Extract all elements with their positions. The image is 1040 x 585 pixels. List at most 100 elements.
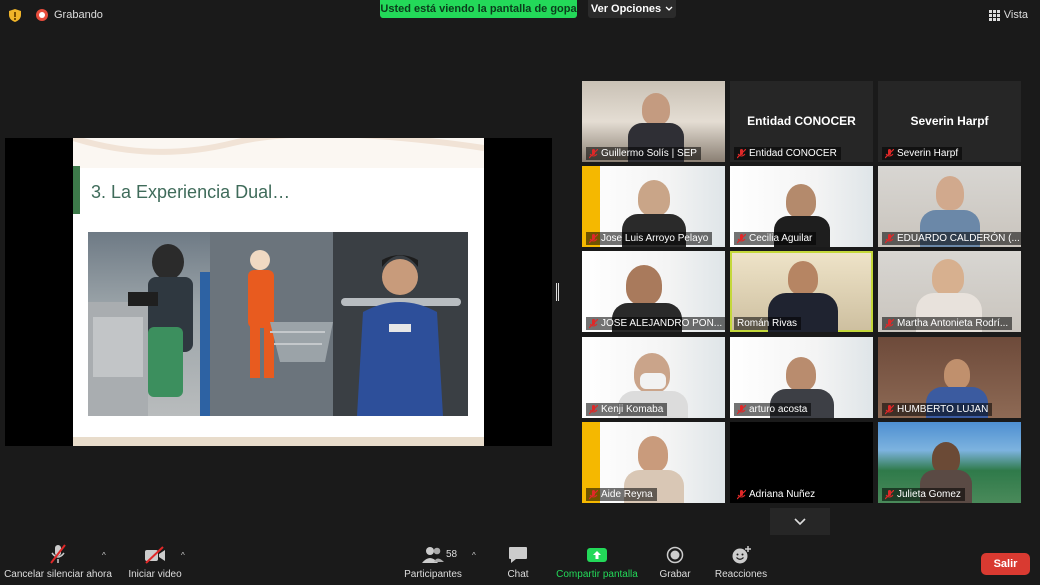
participant-tile[interactable]: Martha Antonieta Rodrí... <box>878 251 1021 332</box>
view-options-button[interactable]: Ver Opciones <box>588 0 676 18</box>
participant-name: arturo acosta <box>749 404 808 415</box>
video-off-icon <box>145 546 165 564</box>
chat-icon <box>509 547 527 563</box>
participants-count: 58 <box>446 549 458 560</box>
participants-options-caret-icon[interactable]: ^ <box>472 551 476 560</box>
participant-name: JOSE ALEJANDRO PON... <box>601 318 723 329</box>
participant-tile[interactable]: Aide Reyna <box>582 422 725 503</box>
slide-header-decoration <box>73 138 484 168</box>
mic-muted-icon <box>589 489 598 499</box>
smiley-plus-icon <box>732 546 751 564</box>
mic-muted-icon <box>589 318 598 328</box>
participant-name: Román Rivas <box>737 318 798 329</box>
participant-video <box>932 259 964 295</box>
slide-title: 3. La Experiencia Dual… <box>91 182 291 202</box>
participant-tile[interactable]: EDUARDO CALDERÓN (... <box>878 166 1021 247</box>
participant-tile[interactable]: arturo acosta <box>730 337 873 418</box>
grid-view-icon <box>988 10 1000 21</box>
participant-name: Jose Luis Arroyo Pelayo <box>601 233 709 244</box>
participant-tile[interactable]: Jose Luis Arroyo Pelayo <box>582 166 725 247</box>
slide-title-accent <box>73 166 80 214</box>
mic-muted-icon <box>885 404 894 414</box>
mic-muted-icon <box>737 489 746 499</box>
mic-muted-icon <box>885 148 894 158</box>
audio-options-caret-icon[interactable]: ^ <box>102 551 106 560</box>
participant-name-tag: EDUARDO CALDERÓN (... <box>882 232 1021 245</box>
participants-label: Participantes <box>404 569 462 580</box>
chat-label: Chat <box>507 569 529 580</box>
mic-muted-icon <box>737 404 746 414</box>
participants-button[interactable]: Participantes <box>402 541 464 585</box>
security-shield-icon[interactable] <box>9 9 21 22</box>
recording-indicator[interactable]: Grabando <box>36 9 103 21</box>
chevron-down-icon <box>665 6 673 11</box>
record-button[interactable]: Grabar <box>652 541 698 585</box>
view-options-label: Ver Opciones <box>590 3 662 15</box>
shared-screen[interactable]: 3. La Experiencia Dual… <box>5 138 552 446</box>
mic-muted-icon <box>885 489 894 499</box>
participant-video <box>936 176 964 210</box>
participant-tile[interactable]: JOSE ALEJANDRO PON... <box>582 251 725 332</box>
panel-resize-handle[interactable] <box>556 283 559 301</box>
participant-name-tag: Entidad CONOCER <box>734 147 841 160</box>
mic-muted-icon <box>589 404 598 414</box>
participant-tile[interactable]: Guillermo Solís | SEP <box>582 81 725 162</box>
participant-name: Severin Harpf <box>897 148 959 159</box>
share-screen-button[interactable]: Compartir pantalla <box>554 541 640 585</box>
share-screen-icon <box>587 548 607 562</box>
participant-name: HUMBERTO LUJAN <box>897 404 989 415</box>
meeting-toolbar: Cancelar silenciar ahora ^ Iniciar video… <box>0 541 1040 585</box>
participant-name-tag: Aide Reyna <box>586 488 657 501</box>
participant-name: EDUARDO CALDERÓN (... <box>897 233 1020 244</box>
gallery-next-page-button[interactable] <box>770 508 830 535</box>
unmute-label: Cancelar silenciar ahora <box>4 569 112 580</box>
participant-tile[interactable]: Cecilia Aguilar <box>730 166 873 247</box>
participant-tile[interactable]: Julieta Gomez <box>878 422 1021 503</box>
mic-muted-icon <box>589 148 598 158</box>
record-label: Grabar <box>659 569 691 580</box>
participant-video <box>626 265 662 305</box>
participant-name-tag: HUMBERTO LUJAN <box>882 403 993 416</box>
participant-tile[interactable]: Entidad CONOCER Entidad CONOCER <box>730 81 873 162</box>
participant-tile-active-speaker[interactable]: Román Rivas <box>730 251 873 332</box>
unmute-button[interactable]: Cancelar silenciar ahora <box>4 541 112 585</box>
mechanic-photo <box>333 232 468 416</box>
view-label: Vista <box>1003 9 1028 21</box>
participant-video <box>788 261 818 295</box>
participant-name: Julieta Gomez <box>897 489 961 500</box>
leave-meeting-button[interactable]: Salir <box>981 553 1030 575</box>
participant-tile[interactable]: HUMBERTO LUJAN <box>878 337 1021 418</box>
top-bar: Grabando Usted está viendo la pantalla d… <box>0 0 1040 32</box>
share-screen-label: Compartir pantalla <box>556 569 638 580</box>
participant-name: Entidad CONOCER <box>749 148 837 159</box>
participant-video <box>638 436 668 472</box>
mic-muted-icon <box>50 544 66 564</box>
start-video-button[interactable]: Iniciar video <box>124 541 186 585</box>
start-video-label: Iniciar video <box>128 569 182 580</box>
mic-muted-icon <box>885 233 894 243</box>
record-icon <box>666 546 684 564</box>
participant-name-tag: arturo acosta <box>734 403 812 416</box>
recording-label: Grabando <box>54 9 103 21</box>
participant-name-tag: Severin Harpf <box>882 147 963 160</box>
chat-button[interactable]: Chat <box>496 541 540 585</box>
participants-icon <box>422 547 444 563</box>
participant-tile[interactable]: Kenji Komaba <box>582 337 725 418</box>
participant-video <box>786 357 816 391</box>
participant-name-tag: Adriana Nuñez <box>734 488 820 501</box>
mic-muted-icon <box>589 233 598 243</box>
participant-video <box>642 93 670 125</box>
participant-name-tag: Cecilia Aguilar <box>734 232 817 245</box>
participant-name-tag: Kenji Komaba <box>586 403 668 416</box>
participant-video <box>786 184 816 218</box>
video-options-caret-icon[interactable]: ^ <box>181 551 185 560</box>
recording-icon <box>36 9 48 21</box>
mic-muted-icon <box>737 233 746 243</box>
participant-name-tag: JOSE ALEJANDRO PON... <box>586 317 725 330</box>
participant-name: Adriana Nuñez <box>749 489 816 500</box>
view-button[interactable]: Vista <box>988 9 1028 21</box>
reactions-button[interactable]: Reacciones <box>712 541 770 585</box>
screen-share-banner: Usted está viendo la pantalla de gopa <box>380 0 577 18</box>
participant-tile[interactable]: Adriana Nuñez <box>730 422 873 503</box>
participant-tile[interactable]: Severin Harpf Severin Harpf <box>878 81 1021 162</box>
